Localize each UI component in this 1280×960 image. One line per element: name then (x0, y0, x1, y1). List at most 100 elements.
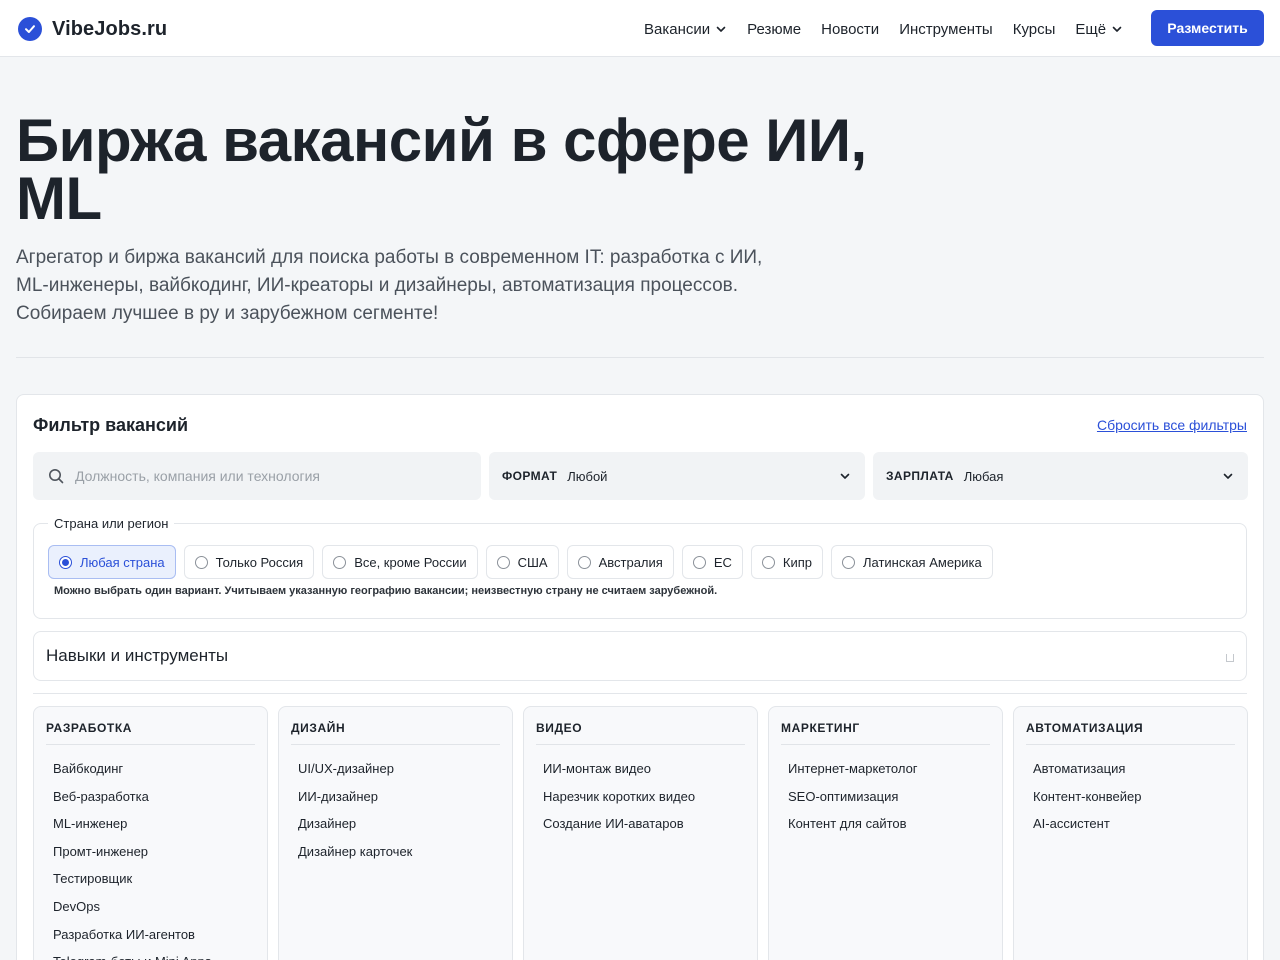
nav-item-label: Курсы (1012, 20, 1056, 38)
logo-text: VibeJobs.ru (52, 17, 168, 40)
salary-select-label: ЗАРПЛАТА (886, 469, 954, 483)
category-title: РАЗРАБОТКА (46, 721, 133, 735)
site-header: VibeJobs.ru Вакансии Резюме Новости Инструм… (0, 0, 1280, 57)
category-title: ДИЗАЙН (291, 721, 346, 735)
category-item[interactable]: Веб-разработка (53, 787, 211, 815)
category-item[interactable]: ML-инженер (53, 814, 211, 842)
format-select-label: ФОРМАТ (502, 469, 558, 483)
chevron-down-icon (716, 26, 726, 32)
radio-button[interactable] (496, 555, 510, 569)
reset-filters-link[interactable]: Сбросить все фильтры (1097, 417, 1247, 433)
chevron-down-icon (1223, 473, 1233, 479)
radio-button[interactable] (194, 555, 208, 569)
region-option-3[interactable]: США (485, 545, 559, 579)
main-nav: Вакансии Резюме Новости Инструменты Курсы Ещё (644, 19, 1143, 39)
chevron-down-icon (840, 473, 850, 479)
category-list: Интернет-маркетолог SEO-оптимизация Контен… (788, 759, 918, 842)
region-option-1[interactable]: Только Россия (183, 545, 315, 579)
nav-item-label: Ещё (1075, 20, 1107, 38)
post-job-button[interactable]: Разместить (1151, 10, 1264, 46)
chevron-down-icon (1112, 26, 1122, 32)
radio-button[interactable] (59, 555, 72, 569)
region-option-label: Кипр (782, 554, 812, 570)
region-option-label: Только Россия (215, 554, 304, 570)
region-options: Любая страна Только Россия Все, кроме Росс… (48, 545, 1001, 579)
format-select-value: Любой (567, 468, 608, 484)
region-option-5[interactable]: ЕС (681, 545, 743, 579)
region-option-7[interactable]: Латинская Америка (830, 545, 993, 579)
category-list: Вайбкодинг Веб-разработка ML-инженер Промт-… (53, 759, 211, 960)
category-column: МАРКЕТИНГ Интернет-маркетолог SEO-оптимиза… (768, 706, 1003, 960)
nav-item-label: Новости (821, 20, 880, 38)
category-item[interactable]: Контент для сайтов (788, 814, 918, 842)
region-option-6[interactable]: Кипр (750, 545, 823, 579)
check-badge-icon (18, 17, 42, 41)
expand-icon (1226, 654, 1234, 662)
region-option-2[interactable]: Все, кроме России (322, 545, 478, 579)
category-item[interactable]: Контент-конвейер (1033, 787, 1141, 815)
nav-item-4[interactable]: Курсы (1013, 21, 1056, 38)
category-title: МАРКЕТИНГ (781, 721, 860, 735)
radio-button[interactable] (841, 555, 855, 569)
region-option-0[interactable]: Любая страна (48, 545, 176, 579)
category-item[interactable]: Создание ИИ-аватаров (543, 814, 695, 842)
nav-item-label: Вакансии (644, 20, 711, 38)
region-option-label: ЕС (713, 554, 732, 570)
category-list: Автоматизация Контент-конвейер AI-ассистен… (1033, 759, 1141, 842)
category-divider (536, 744, 745, 745)
page-title: Биржа вакансий в сфере ИИ, ML (16, 107, 867, 232)
job-filter-panel: Фильтр вакансий Сбросить все фильтры ФОР… (16, 394, 1264, 960)
radio-button[interactable] (692, 555, 706, 569)
hero-divider (16, 357, 1264, 358)
category-divider (291, 744, 500, 745)
region-fieldset: Страна или регион Любая страна Только Рос… (33, 516, 1247, 619)
category-column: АВТОМАТИЗАЦИЯ Автоматизация Контент-конвей… (1013, 706, 1248, 960)
region-note: Можно выбрать один вариант. Учитываем ук… (54, 585, 718, 597)
radio-button[interactable] (333, 555, 347, 569)
category-title: ВИДЕО (536, 721, 583, 735)
category-item[interactable]: ИИ-дизайнер (298, 787, 412, 815)
category-item[interactable]: Дизайнер (298, 814, 412, 842)
nav-item-0[interactable]: Вакансии (644, 21, 727, 38)
category-item[interactable]: Автоматизация (1033, 759, 1141, 787)
nav-item-5[interactable]: Ещё (1075, 21, 1123, 38)
radio-button[interactable] (577, 555, 591, 569)
category-divider (46, 744, 255, 745)
format-select[interactable]: ФОРМАТ Любой (489, 452, 865, 500)
category-column: ДИЗАЙН UI/UX-дизайнер ИИ-дизайнер Дизайнер Д… (278, 706, 513, 960)
region-option-4[interactable]: Австралия (566, 545, 674, 579)
category-item[interactable]: Вайбкодинг (53, 759, 211, 787)
skills-divider (33, 693, 1247, 694)
skills-accordion[interactable]: Навыки и инструменты (33, 631, 1247, 681)
search-input[interactable] (75, 468, 455, 484)
category-item[interactable]: ИИ-монтаж видео (543, 759, 695, 787)
salary-select[interactable]: ЗАРПЛАТА Любая (873, 452, 1248, 500)
nav-item-3[interactable]: Инструменты (899, 21, 993, 38)
nav-item-label: Инструменты (899, 20, 993, 38)
category-item[interactable]: Дизайнер карточек (298, 842, 412, 870)
site-logo[interactable]: VibeJobs.ru (18, 16, 167, 42)
region-option-label: Австралия (598, 554, 663, 570)
nav-item-label: Резюме (747, 20, 802, 38)
region-option-label: США (517, 554, 548, 570)
category-item[interactable]: Интернет-маркетолог (788, 759, 918, 787)
category-columns: РАЗРАБОТКА Вайбкодинг Веб-разработка ML-инж… (33, 706, 1248, 960)
category-item[interactable]: Нарезчик коротких видео (543, 787, 695, 815)
category-item[interactable]: DevOps (53, 897, 211, 925)
category-item[interactable]: Telegram-боты и Mini Apps (53, 952, 211, 960)
category-item[interactable]: SEO-оптимизация (788, 787, 918, 815)
region-option-label: Любая страна (80, 554, 165, 570)
search-icon (49, 469, 64, 484)
nav-item-1[interactable]: Резюме (747, 21, 801, 38)
category-item[interactable]: UI/UX-дизайнер (298, 759, 412, 787)
category-item[interactable]: Тестировщик (53, 869, 211, 897)
search-field[interactable] (33, 452, 481, 500)
category-item[interactable]: Промт-инженер (53, 842, 211, 870)
nav-item-2[interactable]: Новости (821, 21, 879, 38)
category-item[interactable]: AI-ассистент (1033, 814, 1141, 842)
page-subtitle: Агрегатор и биржа вакансий для поиска ра… (16, 247, 763, 324)
category-item[interactable]: Разработка ИИ-агентов (53, 925, 211, 953)
region-option-label: Латинская Америка (862, 554, 982, 570)
category-list: ИИ-монтаж видео Нарезчик коротких видео Со… (543, 759, 695, 842)
radio-button[interactable] (761, 555, 775, 569)
